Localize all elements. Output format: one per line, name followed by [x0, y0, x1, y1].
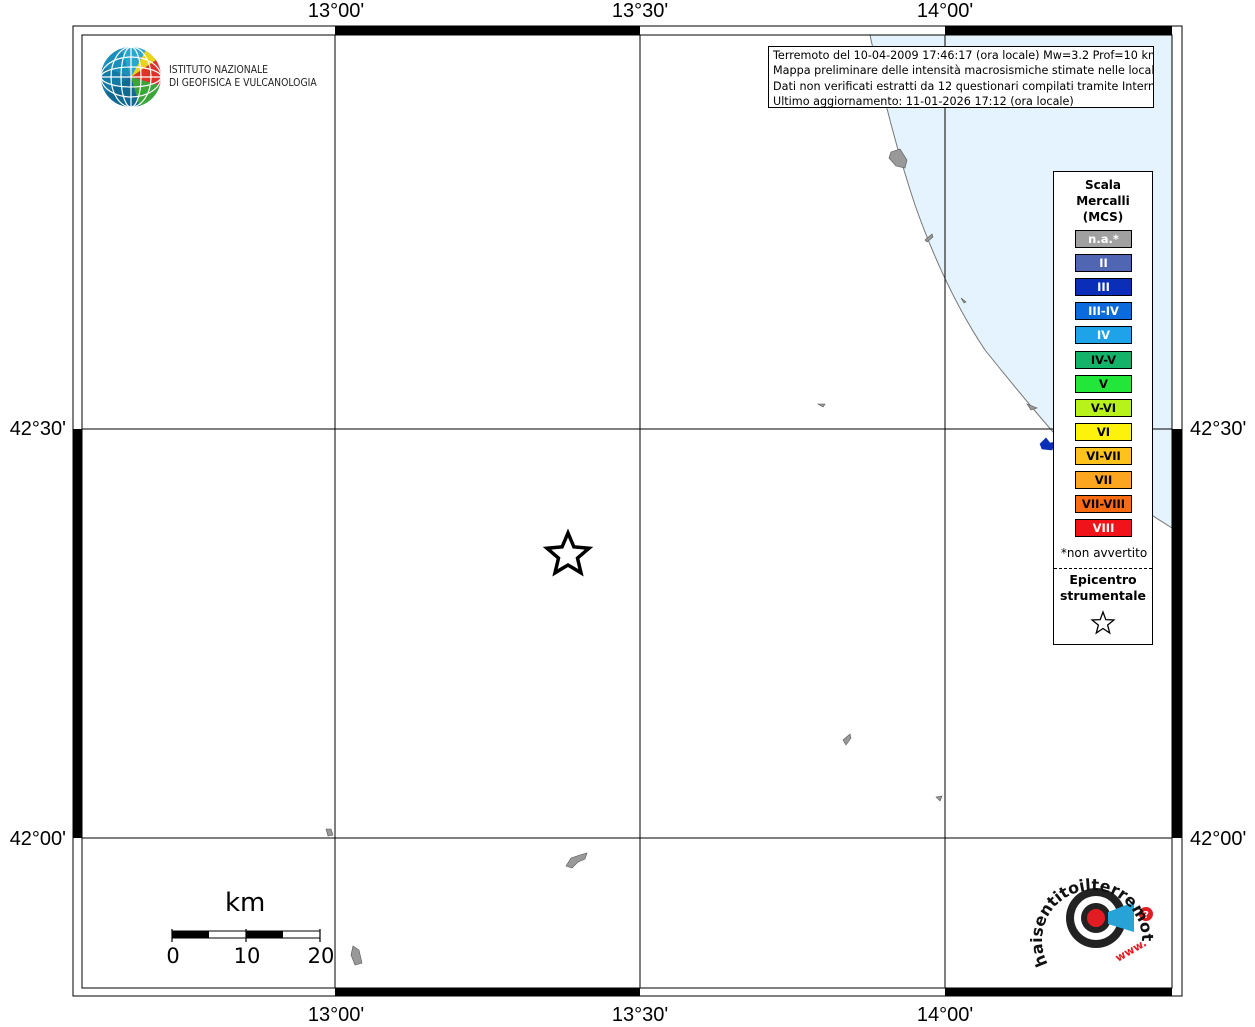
scale-bar-label: 0 [166, 944, 180, 968]
event-info-box: Terremoto del 10-04-2009 17:46:17 (ora l… [768, 46, 1154, 108]
legend-swatch: VII [1075, 471, 1132, 489]
legend-star-icon [1090, 610, 1116, 635]
land-feature [350, 945, 363, 966]
scale-bar [171, 929, 321, 942]
legend-swatch: V-VI [1075, 398, 1132, 417]
legend-swatch: VII-VIII [1075, 495, 1132, 514]
legend-divider [1054, 568, 1152, 569]
haisentito-logo-www: www. [1113, 936, 1149, 964]
legend-epicenter-line: strumentale [1059, 588, 1147, 603]
legend-swatch: V [1075, 374, 1132, 393]
lon-label-top: 13°30' [611, 0, 669, 22]
lat-label-right: 42°00' [1190, 828, 1247, 850]
ingv-name: ISTITUTO NAZIONALE DI GEOFISICA E VULCAN… [169, 64, 317, 90]
ingv-name-line2: DI GEOFISICA E VULCANOLOGIA [169, 77, 317, 89]
lat-label-right: 42°30' [1190, 418, 1247, 440]
legend-swatch: n.a.* [1075, 230, 1132, 248]
event-info-line: Dati non verificati estratti da 12 quest… [773, 79, 1154, 93]
legend-title-line: Scala [1084, 178, 1122, 192]
legend-swatch: III-IV [1075, 302, 1132, 321]
legend-swatch: VI [1075, 422, 1132, 441]
legend-title-line: Mercalli [1076, 194, 1130, 208]
event-info-line: Ultimo aggiornamento: 11-01-2026 17:12 (… [773, 94, 1074, 108]
scale-bar-title: km [225, 888, 266, 918]
legend-swatch: IV [1075, 326, 1132, 345]
legend-swatch: VI-VII [1075, 446, 1132, 465]
land-feature [325, 828, 334, 837]
land-feature [816, 403, 826, 408]
scale-bar-label: 20 [307, 944, 335, 968]
epicenter-star-icon [542, 528, 594, 577]
land-feature [565, 852, 588, 869]
legend-title-line: (MCS) [1082, 210, 1124, 224]
land-feature [842, 733, 852, 746]
event-info-line: Terremoto del 10-04-2009 17:46:17 (ora l… [773, 49, 1154, 62]
ingv-name-line1: ISTITUTO NAZIONALE [169, 64, 269, 76]
lat-label-left: 42°00' [9, 828, 66, 850]
legend-note: *non avvertito [1060, 546, 1148, 560]
legend-title: Scala Mercalli (MCS) [1054, 177, 1152, 225]
lat-label-left: 42°30' [9, 418, 66, 440]
legend-epicenter-label: Epicentro strumentale [1054, 572, 1152, 604]
scale-bar-label: 10 [233, 944, 261, 968]
ingv-globe-logo [101, 47, 161, 107]
mcs-legend: Scala Mercalli (MCS) n.a.* II III III-IV IV I… [1053, 171, 1153, 645]
haisentito-logo: ? haisentitoilterremoto.it www. [1030, 852, 1157, 970]
legend-swatch: II [1075, 254, 1132, 273]
legend-swatch: III [1075, 278, 1132, 297]
legend-swatch: VIII [1075, 519, 1132, 538]
legend-swatch: IV-V [1075, 350, 1132, 369]
land-feature [935, 795, 943, 802]
lon-label-top: 14°00' [916, 0, 974, 22]
event-info-line: Mappa preliminare delle intensità macros… [773, 64, 1154, 78]
lon-label-top: 13°00' [307, 0, 365, 22]
legend-epicenter-line: Epicentro [1069, 572, 1137, 587]
